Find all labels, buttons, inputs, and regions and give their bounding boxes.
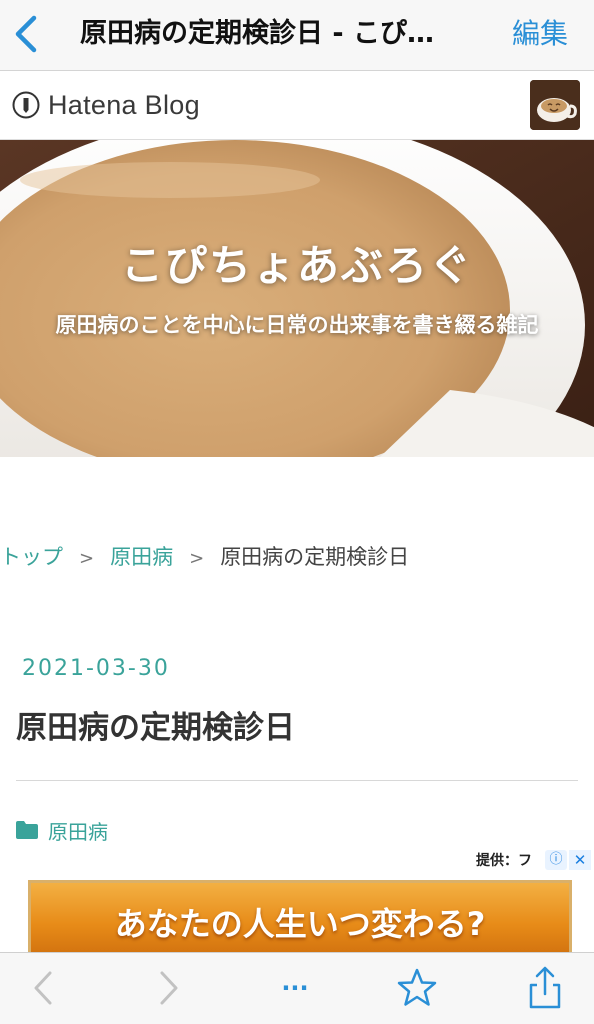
breadcrumb-separator: > [189,548,205,569]
bookmark-button[interactable] [394,965,440,1011]
avatar[interactable] [530,80,580,130]
coffee-cup-hero-image [0,140,594,457]
ad-info-icon[interactable]: ⓘ [545,850,567,870]
breadcrumb-top[interactable]: トップ [0,545,63,569]
more-button[interactable]: ··· [272,965,318,1011]
edit-button[interactable]: 編集 [512,14,568,54]
breadcrumb-separator: > [79,548,95,569]
bottom-toolbar: ··· [0,952,594,1024]
screen: 原田病の定期検診日 - こぴ… 編集 Hatena Blog こぴちょあぶろぐ … [0,0,594,1024]
breadcrumb: トップ > 原田病 > 原田病の定期検診日 [0,540,409,574]
back-button[interactable] [8,10,44,58]
category-link[interactable]: 原田病 [16,815,108,845]
more-icon: ··· [281,974,309,1002]
breadcrumb-category[interactable]: 原田病 [110,545,173,569]
forward-nav-button[interactable] [146,965,192,1011]
hatena-pen-icon [12,91,40,119]
page-title: 原田病の定期検診日 - こぴ… [80,18,435,49]
forward-icon [160,971,178,1005]
category-label: 原田病 [48,819,108,844]
share-button[interactable] [522,965,568,1011]
ad-banner[interactable]: あなたの人生いつ変わる? [28,880,572,962]
blog-title[interactable]: こぴちょあぶろぐ [0,232,594,293]
back-nav-button[interactable] [20,965,66,1011]
ad-close-icon[interactable]: ✕ [569,850,591,870]
back-icon [34,971,52,1005]
ad-headline: あなたの人生いつ変わる? [114,905,486,943]
divider [16,780,578,781]
hatena-logo[interactable]: Hatena Blog [12,85,200,125]
share-icon [529,966,561,1009]
hatena-logo-text: Hatena Blog [48,89,200,120]
coffee-cup-avatar-icon [530,80,580,130]
folder-icon [16,821,38,839]
navigation-bar: 原田病の定期検診日 - こぴ… 編集 [0,0,594,71]
post-title[interactable]: 原田病の定期検診日 [16,702,295,747]
chevron-left-icon [15,15,37,53]
post-date[interactable]: 2021-03-30 [22,656,170,681]
ad-controls: ⓘ ✕ [545,850,591,870]
hatena-header: Hatena Blog [0,71,594,140]
bookmark-star-icon [397,968,437,1006]
ad-provider-label: 提供：フ [476,853,532,869]
blog-hero[interactable]: こぴちょあぶろぐ 原田病のことを中心に日常の出来事を書き綴る雑記 [0,140,594,457]
blog-description: 原田病のことを中心に日常の出来事を書き綴る雑記 [55,313,539,337]
breadcrumb-current: 原田病の定期検診日 [220,545,410,569]
